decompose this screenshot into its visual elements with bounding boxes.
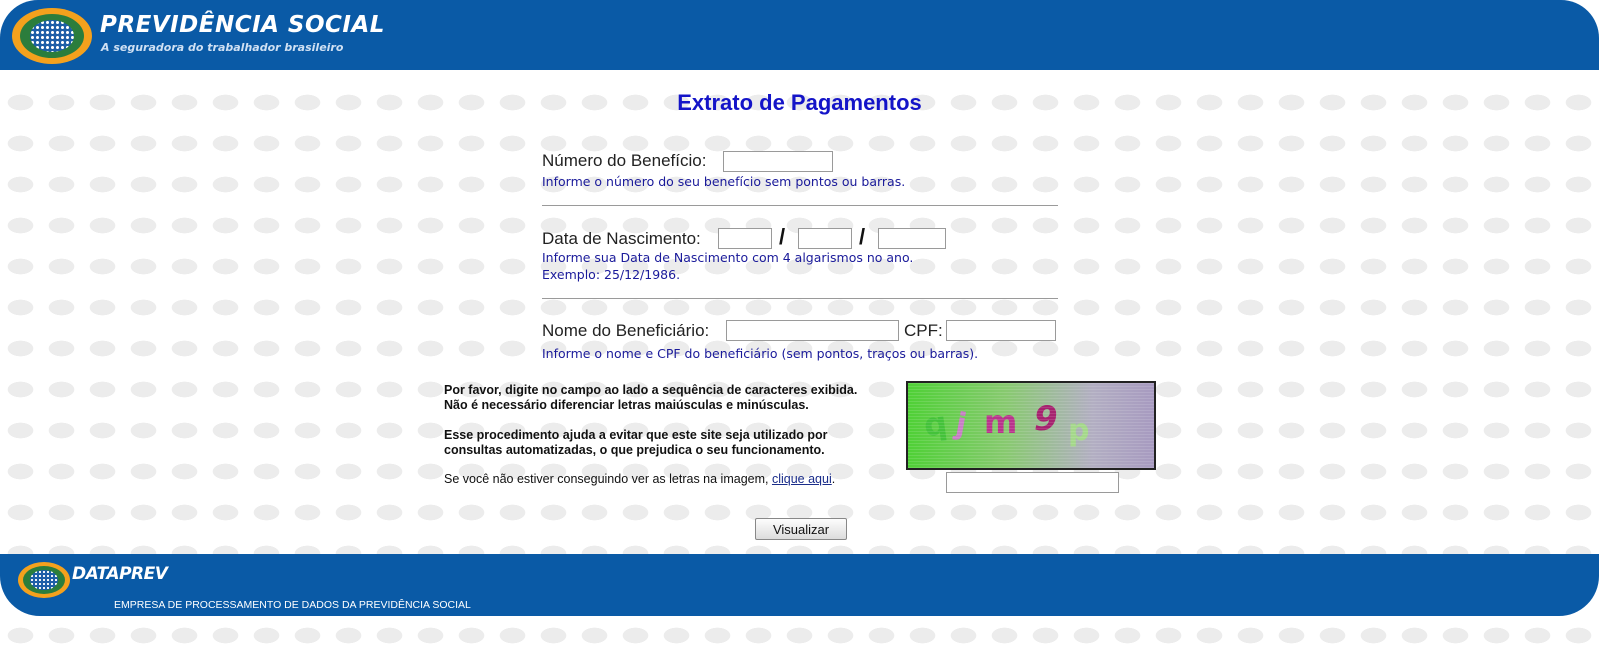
dataprev-logo-icon xyxy=(18,562,70,598)
captcha-char: j xyxy=(953,406,970,443)
captcha-char: 9 xyxy=(1034,399,1058,439)
captcha-image: q j m 9 p xyxy=(906,381,1156,470)
nascimento-hint: Informe sua Data de Nascimento com 4 alg… xyxy=(542,250,914,265)
captcha-help-text: Se você não estiver conseguindo ver as l… xyxy=(444,472,772,486)
page-title: Extrato de Pagamentos xyxy=(677,90,922,115)
captcha-input[interactable] xyxy=(946,472,1119,493)
captcha-help-suffix: . xyxy=(831,472,836,486)
footer-subtitle: EMPRESA DE PROCESSAMENTO DE DADOS DA PRE… xyxy=(114,599,471,611)
captcha-instruction: Por favor, digite no campo ao lado a seq… xyxy=(444,383,858,397)
site-subtitle: A seguradora do trabalhador brasileiro xyxy=(101,41,344,54)
previdencia-logo-icon xyxy=(12,8,92,64)
cpf-label: CPF: xyxy=(904,321,943,340)
birth-year-input[interactable] xyxy=(878,228,946,249)
divider xyxy=(542,298,1058,299)
beneficio-input[interactable] xyxy=(723,151,833,172)
captcha-instruction-2: Não é necessário diferenciar letras maiú… xyxy=(444,398,809,412)
date-separator: / xyxy=(779,224,786,249)
cpf-input[interactable] xyxy=(946,320,1056,341)
captcha-char: q xyxy=(921,403,950,445)
captcha-help-link[interactable]: clique aqui xyxy=(772,472,832,486)
divider xyxy=(542,205,1058,206)
nascimento-example: Exemplo: 25/12/1986. xyxy=(542,267,681,282)
beneficiario-name-input[interactable] xyxy=(726,320,899,341)
footer-brand: DATAPREV xyxy=(72,564,168,584)
birth-day-input[interactable] xyxy=(718,228,772,249)
captcha-purpose: Esse procedimento ajuda a evitar que est… xyxy=(444,428,828,442)
captcha-char: m xyxy=(984,403,1018,441)
date-separator: / xyxy=(859,224,866,249)
captcha-purpose-2: consultas automatizadas, o que prejudica… xyxy=(444,443,825,457)
beneficiario-hint: Informe o nome e CPF do beneficiário (se… xyxy=(542,346,979,361)
beneficio-label: Número do Benefício: xyxy=(542,151,707,170)
site-footer: DATAPREV EMPRESA DE PROCESSAMENTO DE DAD… xyxy=(0,554,1599,616)
captcha-help: Se você não estiver conseguindo ver as l… xyxy=(444,472,835,486)
birth-month-input[interactable] xyxy=(798,228,852,249)
captcha-char: p xyxy=(1068,413,1090,448)
beneficio-hint: Informe o número do seu benefício sem po… xyxy=(542,174,906,189)
site-header: PREVIDÊNCIA SOCIAL A seguradora do traba… xyxy=(0,0,1599,70)
nascimento-label: Data de Nascimento: xyxy=(542,229,701,248)
visualizar-button[interactable]: Visualizar xyxy=(755,518,847,540)
site-title: PREVIDÊNCIA SOCIAL xyxy=(100,12,385,38)
beneficiario-label: Nome do Beneficiário: xyxy=(542,321,710,340)
